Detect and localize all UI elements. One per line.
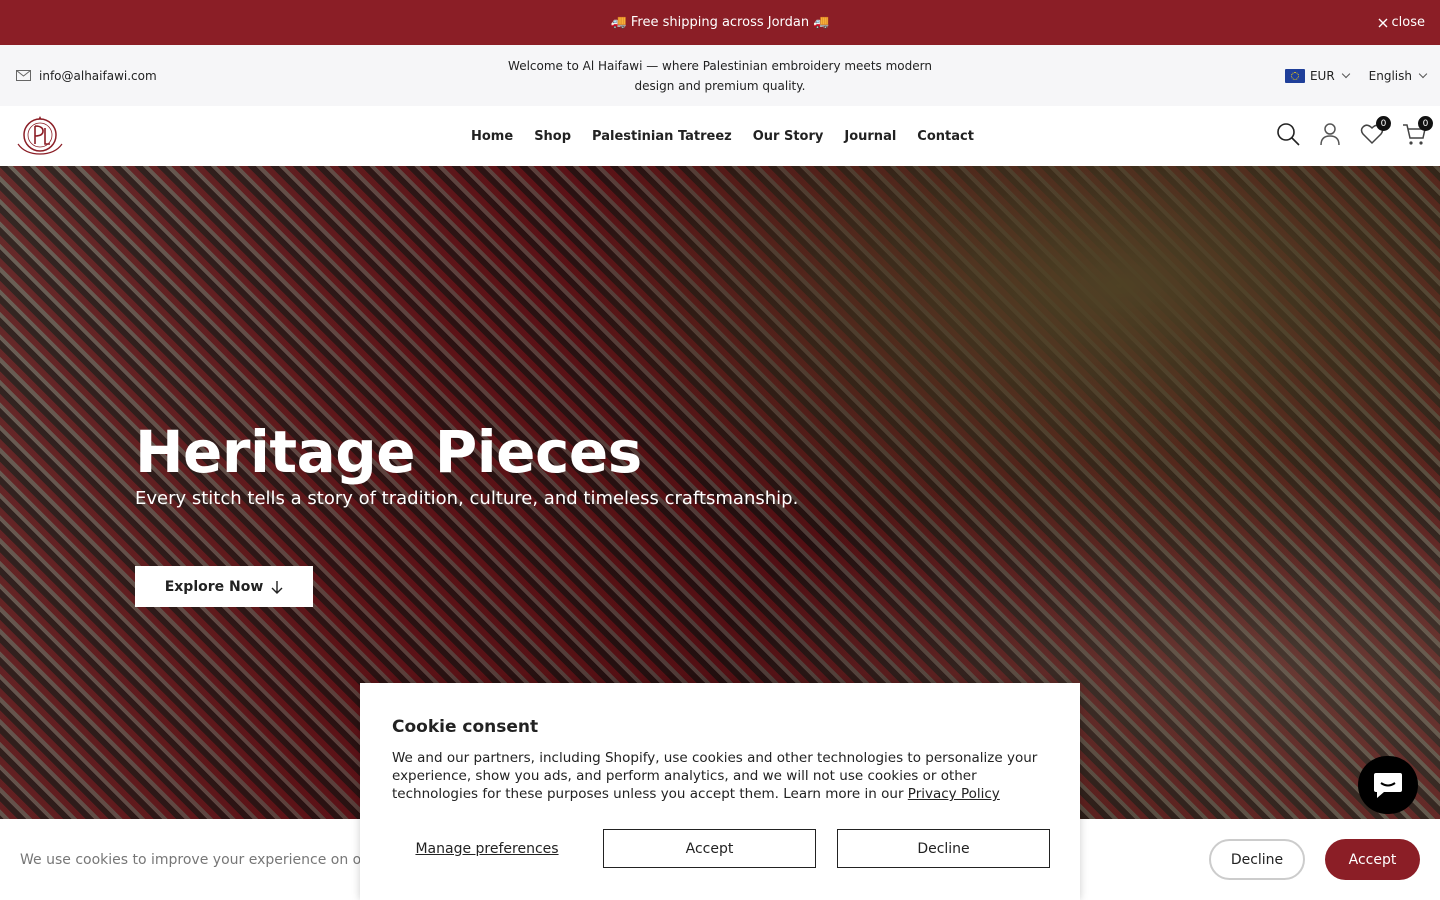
consent-title: Cookie consent xyxy=(392,717,539,737)
language-label: English xyxy=(1368,68,1412,83)
arrow-down-icon xyxy=(271,580,283,594)
cookie-bar-decline-button[interactable]: Decline xyxy=(1209,839,1305,880)
explore-now-button[interactable]: Explore Now xyxy=(135,566,313,607)
manage-preferences-link[interactable]: Manage preferences xyxy=(392,841,582,857)
mail-icon xyxy=(16,70,31,81)
wishlist-count-badge: 0 xyxy=(1376,116,1391,131)
nav-item-our-story[interactable]: Our Story xyxy=(753,129,824,144)
explore-now-label: Explore Now xyxy=(164,578,264,595)
hero-title: Heritage Pieces xyxy=(135,418,642,486)
chevron-down-icon xyxy=(1418,69,1428,79)
announcement-close-button[interactable]: close xyxy=(1378,0,1425,45)
nav-item-shop[interactable]: Shop xyxy=(534,129,571,144)
account-button[interactable] xyxy=(1318,122,1342,146)
wishlist-button[interactable]: 0 xyxy=(1360,116,1391,146)
user-icon xyxy=(1320,123,1340,146)
search-icon xyxy=(1277,123,1300,146)
eu-flag-icon xyxy=(1284,68,1305,83)
cookie-bar-message: We use cookies to improve your experienc… xyxy=(20,851,362,868)
announcement-bar: 🚚 Free shipping across Jordan 🚚 close xyxy=(0,0,1440,45)
consent-body: We and our partners, including Shopify, … xyxy=(392,749,1048,803)
hero-subtitle: Every stitch tells a story of tradition,… xyxy=(135,488,799,509)
email-link[interactable]: info@alhaifawi.com xyxy=(16,69,157,83)
search-button[interactable] xyxy=(1276,122,1300,146)
cookie-bar-accept-button[interactable]: Accept xyxy=(1325,839,1420,880)
consent-decline-button[interactable]: Decline xyxy=(837,829,1050,868)
cookie-consent-modal: Cookie consent We and our partners, incl… xyxy=(360,683,1080,900)
cart-count-badge: 0 xyxy=(1418,116,1433,131)
top-bar: info@alhaifawi.com Welcome to Al Haifawi… xyxy=(0,45,1440,106)
nav-item-contact[interactable]: Contact xyxy=(917,129,974,144)
nav-item-palestinian-tatreez[interactable]: Palestinian Tatreez xyxy=(592,129,732,144)
language-selector[interactable]: English xyxy=(1368,68,1428,83)
announcement-text: 🚚 Free shipping across Jordan 🚚 xyxy=(610,15,830,30)
main-nav: Home Shop Palestinian Tatreez Our Story … xyxy=(471,129,974,144)
currency-label: EUR xyxy=(1309,68,1335,83)
chat-bubble-icon xyxy=(1374,773,1402,798)
welcome-message: Welcome to Al Haifawi — where Palestinia… xyxy=(508,58,932,93)
chevron-down-icon xyxy=(1341,69,1350,79)
chat-button[interactable] xyxy=(1358,756,1418,814)
currency-selector[interactable]: EUR xyxy=(1284,68,1350,83)
announcement-close-label: close xyxy=(1391,15,1425,30)
nav-item-journal[interactable]: Journal xyxy=(844,129,896,144)
cart-button[interactable]: 0 xyxy=(1402,116,1433,146)
site-header: Home Shop Palestinian Tatreez Our Story … xyxy=(0,106,1440,166)
close-icon xyxy=(1378,18,1388,27)
email-text: info@alhaifawi.com xyxy=(39,68,157,83)
nav-item-home[interactable]: Home xyxy=(471,129,513,144)
privacy-policy-link[interactable]: Privacy Policy xyxy=(908,786,1000,802)
consent-accept-button[interactable]: Accept xyxy=(603,829,816,868)
brand-logo[interactable] xyxy=(15,114,65,158)
